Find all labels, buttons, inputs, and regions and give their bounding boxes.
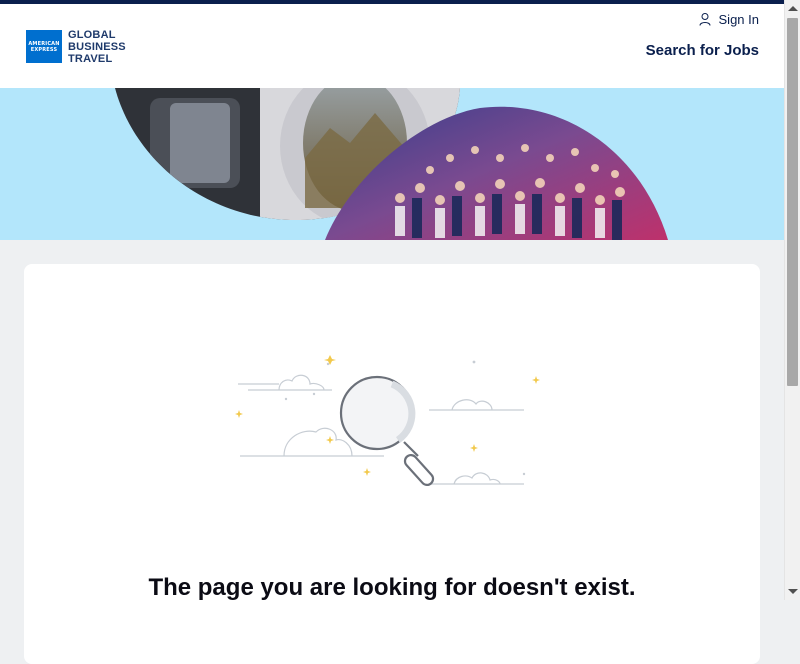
search-for-jobs-link[interactable]: Search for Jobs <box>646 42 759 59</box>
site-header: AMERICAN EXPRESS GLOBAL BUSINESS TRAVEL … <box>0 4 784 88</box>
logo-line-2: BUSINESS <box>68 41 126 53</box>
magnifying-glass-icon <box>235 355 540 487</box>
logo-line-3: TRAVEL <box>68 53 113 65</box>
hero-banner <box>0 88 784 240</box>
logo-wordmark: GLOBAL BUSINESS TRAVEL <box>68 29 158 65</box>
logo-line-1: GLOBAL <box>68 29 116 41</box>
sign-in-link[interactable]: Sign In <box>699 12 759 27</box>
hero-banner-artwork <box>115 88 668 240</box>
scroll-down-arrow-icon[interactable] <box>788 589 798 594</box>
amex-gbt-logo[interactable]: AMERICAN EXPRESS GLOBAL BUSINESS TRAVEL <box>26 29 146 69</box>
error-card: The page you are looking for doesn't exi… <box>24 264 760 664</box>
scrollbar-thumb[interactable] <box>787 18 798 386</box>
user-icon <box>699 13 711 26</box>
sign-in-label: Sign In <box>718 12 759 27</box>
scroll-up-arrow-icon[interactable] <box>788 6 798 11</box>
error-heading: The page you are looking for doesn't exi… <box>148 574 636 601</box>
amex-badge-text: AMERICAN EXPRESS <box>28 40 60 53</box>
amex-badge: AMERICAN EXPRESS <box>26 30 62 63</box>
vertical-scrollbar[interactable] <box>784 0 800 600</box>
